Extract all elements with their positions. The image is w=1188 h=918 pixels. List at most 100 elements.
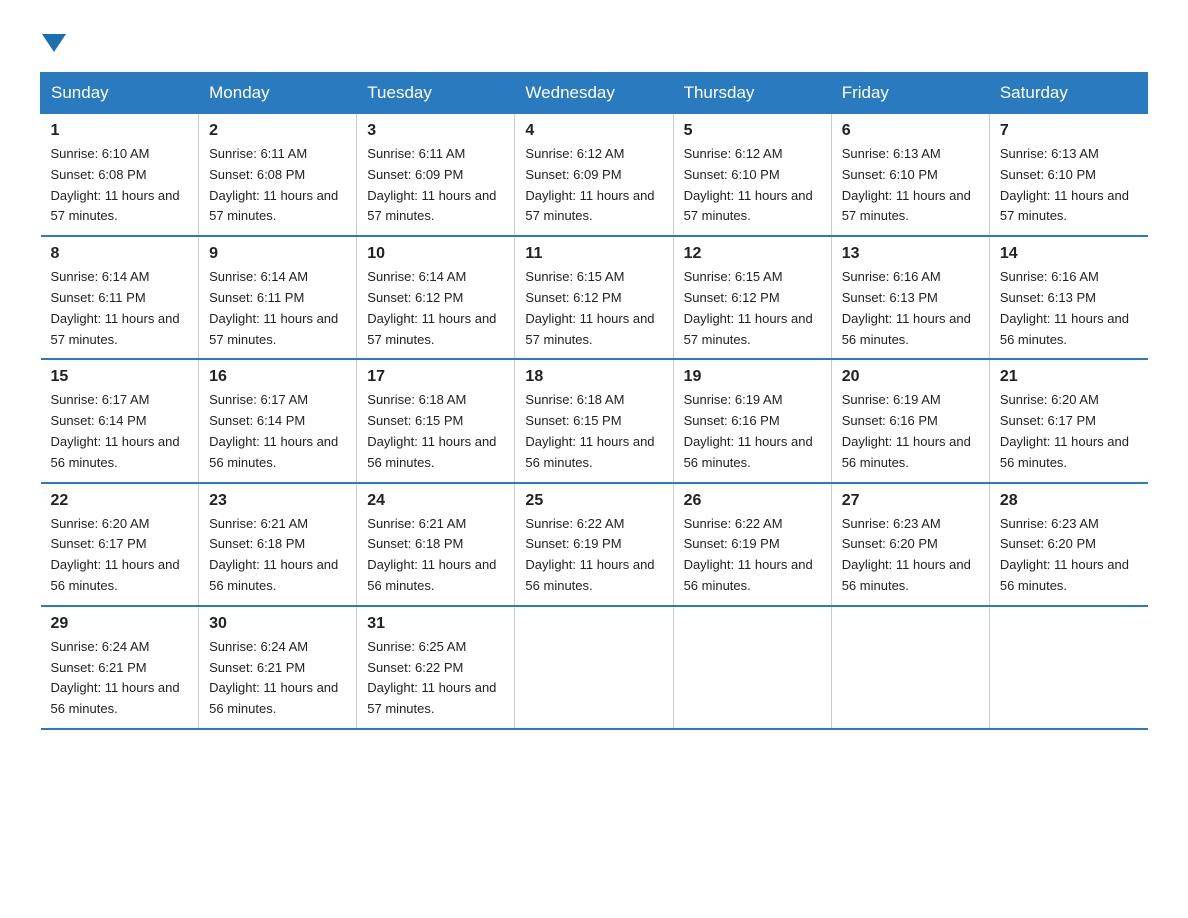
day-number: 2: [209, 122, 346, 140]
header-day-wednesday: Wednesday: [515, 73, 673, 114]
day-info: Sunrise: 6:17 AMSunset: 6:14 PMDaylight:…: [209, 392, 338, 469]
calendar-cell: 15 Sunrise: 6:17 AMSunset: 6:14 PMDayligh…: [41, 359, 199, 482]
calendar-cell: [831, 606, 989, 729]
calendar-cell: 18 Sunrise: 6:18 AMSunset: 6:15 PMDayligh…: [515, 359, 673, 482]
day-number: 20: [842, 368, 979, 386]
day-info: Sunrise: 6:20 AMSunset: 6:17 PMDaylight:…: [1000, 392, 1129, 469]
day-number: 13: [842, 245, 979, 263]
header-day-tuesday: Tuesday: [357, 73, 515, 114]
day-number: 17: [367, 368, 504, 386]
calendar-cell: 13 Sunrise: 6:16 AMSunset: 6:13 PMDayligh…: [831, 236, 989, 359]
day-info: Sunrise: 6:15 AMSunset: 6:12 PMDaylight:…: [525, 269, 654, 346]
day-info: Sunrise: 6:13 AMSunset: 6:10 PMDaylight:…: [1000, 146, 1129, 223]
calendar-week-4: 22 Sunrise: 6:20 AMSunset: 6:17 PMDayligh…: [41, 483, 1148, 606]
calendar-week-5: 29 Sunrise: 6:24 AMSunset: 6:21 PMDayligh…: [41, 606, 1148, 729]
day-info: Sunrise: 6:23 AMSunset: 6:20 PMDaylight:…: [1000, 516, 1129, 593]
day-info: Sunrise: 6:21 AMSunset: 6:18 PMDaylight:…: [209, 516, 338, 593]
page-header: [40, 30, 1148, 52]
day-info: Sunrise: 6:24 AMSunset: 6:21 PMDaylight:…: [51, 639, 180, 716]
day-info: Sunrise: 6:23 AMSunset: 6:20 PMDaylight:…: [842, 516, 971, 593]
day-number: 5: [684, 122, 821, 140]
calendar-cell: 25Sunrise: 6:22 AMSunset: 6:19 PMDayligh…: [515, 483, 673, 606]
header-day-thursday: Thursday: [673, 73, 831, 114]
day-number: 1: [51, 122, 189, 140]
calendar-week-3: 15 Sunrise: 6:17 AMSunset: 6:14 PMDayligh…: [41, 359, 1148, 482]
calendar-cell: 10 Sunrise: 6:14 AMSunset: 6:12 PMDayligh…: [357, 236, 515, 359]
day-number: 21: [1000, 368, 1138, 386]
day-number: 26: [684, 492, 821, 510]
calendar-cell: 1 Sunrise: 6:10 AMSunset: 6:08 PMDaylight…: [41, 114, 199, 237]
day-number: 23: [209, 492, 346, 510]
calendar-header: SundayMondayTuesdayWednesdayThursdayFrid…: [41, 73, 1148, 114]
day-number: 4: [525, 122, 662, 140]
day-number: 30: [209, 615, 346, 633]
calendar-cell: 17 Sunrise: 6:18 AMSunset: 6:15 PMDayligh…: [357, 359, 515, 482]
day-number: 31: [367, 615, 504, 633]
day-info: Sunrise: 6:18 AMSunset: 6:15 PMDaylight:…: [367, 392, 496, 469]
day-number: 12: [684, 245, 821, 263]
calendar-cell: 7 Sunrise: 6:13 AMSunset: 6:10 PMDaylight…: [989, 114, 1147, 237]
calendar-cell: 16Sunrise: 6:17 AMSunset: 6:14 PMDayligh…: [199, 359, 357, 482]
calendar-cell: 9Sunrise: 6:14 AMSunset: 6:11 PMDaylight…: [199, 236, 357, 359]
day-info: Sunrise: 6:17 AMSunset: 6:14 PMDaylight:…: [51, 392, 180, 469]
day-info: Sunrise: 6:12 AMSunset: 6:10 PMDaylight:…: [684, 146, 813, 223]
day-info: Sunrise: 6:14 AMSunset: 6:12 PMDaylight:…: [367, 269, 496, 346]
day-number: 28: [1000, 492, 1138, 510]
calendar-cell: 6 Sunrise: 6:13 AMSunset: 6:10 PMDaylight…: [831, 114, 989, 237]
calendar-week-2: 8 Sunrise: 6:14 AMSunset: 6:11 PMDaylight…: [41, 236, 1148, 359]
day-info: Sunrise: 6:18 AMSunset: 6:15 PMDaylight:…: [525, 392, 654, 469]
calendar-cell: 14Sunrise: 6:16 AMSunset: 6:13 PMDayligh…: [989, 236, 1147, 359]
calendar-week-1: 1 Sunrise: 6:10 AMSunset: 6:08 PMDaylight…: [41, 114, 1148, 237]
calendar-cell: 31 Sunrise: 6:25 AMSunset: 6:22 PMDayligh…: [357, 606, 515, 729]
day-info: Sunrise: 6:20 AMSunset: 6:17 PMDaylight:…: [51, 516, 180, 593]
day-number: 7: [1000, 122, 1138, 140]
day-number: 18: [525, 368, 662, 386]
day-info: Sunrise: 6:22 AMSunset: 6:19 PMDaylight:…: [525, 516, 654, 593]
calendar-cell: 19Sunrise: 6:19 AMSunset: 6:16 PMDayligh…: [673, 359, 831, 482]
day-number: 14: [1000, 245, 1138, 263]
calendar-cell: 12 Sunrise: 6:15 AMSunset: 6:12 PMDayligh…: [673, 236, 831, 359]
calendar-cell: 11Sunrise: 6:15 AMSunset: 6:12 PMDayligh…: [515, 236, 673, 359]
day-info: Sunrise: 6:14 AMSunset: 6:11 PMDaylight:…: [51, 269, 180, 346]
header-day-friday: Friday: [831, 73, 989, 114]
calendar-cell: [989, 606, 1147, 729]
day-info: Sunrise: 6:11 AMSunset: 6:09 PMDaylight:…: [367, 146, 496, 223]
calendar-cell: 3 Sunrise: 6:11 AMSunset: 6:09 PMDaylight…: [357, 114, 515, 237]
day-number: 8: [51, 245, 189, 263]
header-day-monday: Monday: [199, 73, 357, 114]
day-info: Sunrise: 6:13 AMSunset: 6:10 PMDaylight:…: [842, 146, 971, 223]
day-info: Sunrise: 6:16 AMSunset: 6:13 PMDaylight:…: [842, 269, 971, 346]
calendar-body: 1 Sunrise: 6:10 AMSunset: 6:08 PMDaylight…: [41, 114, 1148, 729]
day-info: Sunrise: 6:19 AMSunset: 6:16 PMDaylight:…: [684, 392, 813, 469]
header-day-saturday: Saturday: [989, 73, 1147, 114]
header-day-sunday: Sunday: [41, 73, 199, 114]
day-info: Sunrise: 6:10 AMSunset: 6:08 PMDaylight:…: [51, 146, 180, 223]
calendar-cell: 30 Sunrise: 6:24 AMSunset: 6:21 PMDayligh…: [199, 606, 357, 729]
day-number: 27: [842, 492, 979, 510]
day-info: Sunrise: 6:25 AMSunset: 6:22 PMDaylight:…: [367, 639, 496, 716]
day-number: 10: [367, 245, 504, 263]
day-info: Sunrise: 6:15 AMSunset: 6:12 PMDaylight:…: [684, 269, 813, 346]
calendar-cell: 4Sunrise: 6:12 AMSunset: 6:09 PMDaylight…: [515, 114, 673, 237]
day-number: 29: [51, 615, 189, 633]
calendar-cell: 8 Sunrise: 6:14 AMSunset: 6:11 PMDaylight…: [41, 236, 199, 359]
logo-triangle-icon: [42, 34, 66, 52]
day-number: 22: [51, 492, 189, 510]
day-info: Sunrise: 6:24 AMSunset: 6:21 PMDaylight:…: [209, 639, 338, 716]
calendar-cell: 27 Sunrise: 6:23 AMSunset: 6:20 PMDayligh…: [831, 483, 989, 606]
calendar-table: SundayMondayTuesdayWednesdayThursdayFrid…: [40, 72, 1148, 730]
calendar-cell: 23 Sunrise: 6:21 AMSunset: 6:18 PMDayligh…: [199, 483, 357, 606]
header-row: SundayMondayTuesdayWednesdayThursdayFrid…: [41, 73, 1148, 114]
calendar-cell: 21 Sunrise: 6:20 AMSunset: 6:17 PMDayligh…: [989, 359, 1147, 482]
calendar-cell: 2 Sunrise: 6:11 AMSunset: 6:08 PMDaylight…: [199, 114, 357, 237]
day-number: 15: [51, 368, 189, 386]
day-number: 24: [367, 492, 504, 510]
day-info: Sunrise: 6:19 AMSunset: 6:16 PMDaylight:…: [842, 392, 971, 469]
calendar-cell: 28 Sunrise: 6:23 AMSunset: 6:20 PMDayligh…: [989, 483, 1147, 606]
day-info: Sunrise: 6:11 AMSunset: 6:08 PMDaylight:…: [209, 146, 338, 223]
calendar-cell: [515, 606, 673, 729]
calendar-cell: 22 Sunrise: 6:20 AMSunset: 6:17 PMDayligh…: [41, 483, 199, 606]
day-info: Sunrise: 6:14 AMSunset: 6:11 PMDaylight:…: [209, 269, 338, 346]
day-number: 6: [842, 122, 979, 140]
day-number: 3: [367, 122, 504, 140]
